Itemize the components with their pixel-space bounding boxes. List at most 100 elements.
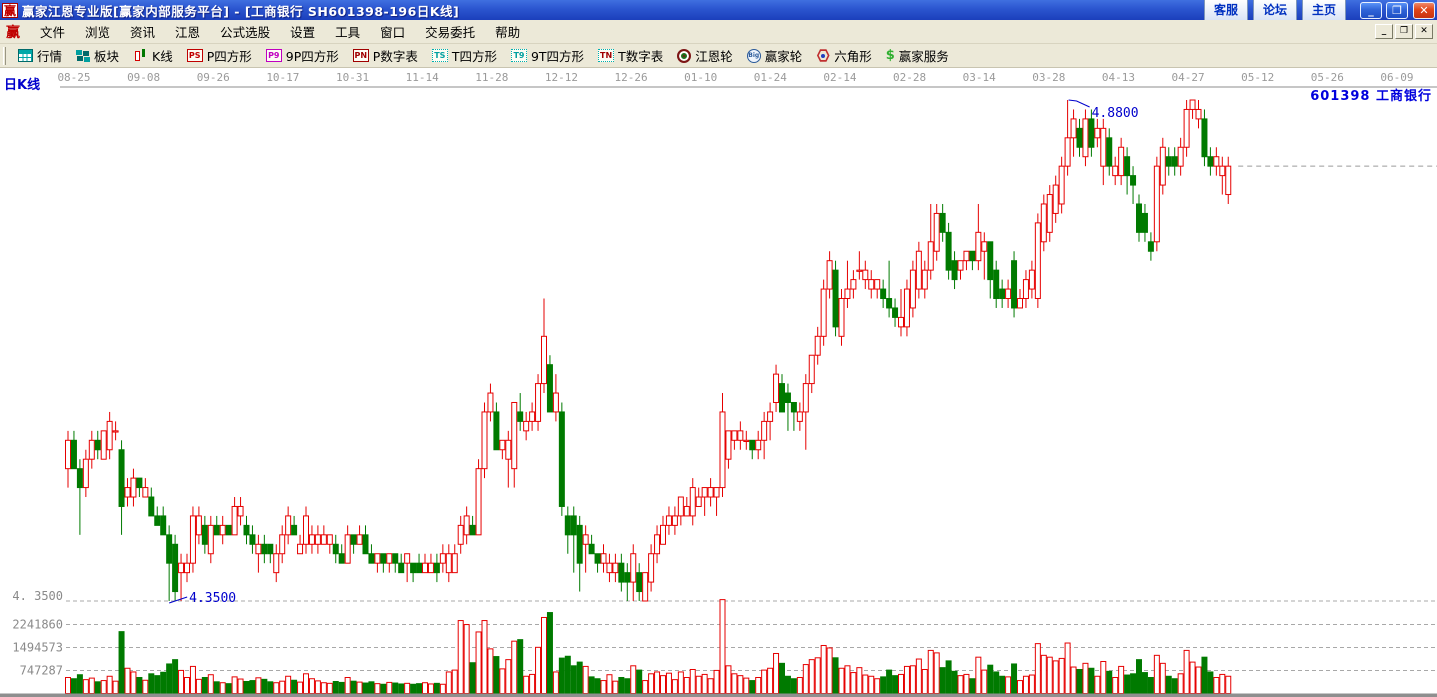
svg-text:2241860: 2241860 xyxy=(12,618,63,632)
toolbar-label: 六角形 xyxy=(834,49,872,64)
svg-text:10-17: 10-17 xyxy=(266,71,299,84)
svg-text:1494573: 1494573 xyxy=(12,641,63,655)
hexagon-icon xyxy=(816,49,830,62)
close-document-button[interactable]: ✕ xyxy=(1415,24,1433,39)
menu-item-窗口[interactable]: 窗口 xyxy=(370,19,415,44)
toolbar-button-winner-wheel[interactable]: Big 赢家轮 xyxy=(740,44,810,67)
svg-text:05-26: 05-26 xyxy=(1311,71,1344,84)
toolbar: 行情 板块 K线 PS P四方形 P9 9P四方形 PN P数字表 TS T四方形 T9 9T四方形 TN… xyxy=(0,44,1437,68)
dollar-icon: $ xyxy=(885,48,895,63)
volume-bars xyxy=(65,599,1232,695)
menu-item-帮助[interactable]: 帮助 xyxy=(485,19,530,44)
titlebar-links: 客服 论坛 主页 xyxy=(1203,0,1346,21)
svg-text:11-28: 11-28 xyxy=(475,71,508,84)
svg-text:03-14: 03-14 xyxy=(963,71,996,84)
titlebar-actions: 客服 论坛 主页 _ ❐ ✕ xyxy=(1203,0,1435,21)
chart-area: 日K线 601398 工商银行 08-25 09-08 09-26 10-17 10-3… xyxy=(0,68,1437,697)
toolbar-label: 赢家服务 xyxy=(898,49,949,64)
menu-items: 文件 浏览 资讯 江恩 公式选股 设置 工具 窗口 交易委托 帮助 xyxy=(30,19,530,44)
titlebar-link-客服[interactable]: 客服 xyxy=(1203,0,1248,21)
svg-text:01-24: 01-24 xyxy=(754,71,787,84)
toolbar-label: T数字表 xyxy=(618,49,664,64)
blocks-icon xyxy=(76,49,90,62)
svg-text:09-26: 09-26 xyxy=(197,71,230,84)
menu-item-浏览[interactable]: 浏览 xyxy=(75,19,120,44)
titlebar-link-论坛[interactable]: 论坛 xyxy=(1252,0,1297,21)
box-letter-icon: TS xyxy=(431,49,448,62)
toolbar-label: 9P四方形 xyxy=(285,49,339,64)
toolbar-button-sectors[interactable]: 板块 xyxy=(69,44,126,67)
restore-button[interactable]: ❐ xyxy=(1386,1,1408,19)
period-label: 日K线 xyxy=(4,78,41,93)
date-axis: 08-25 09-08 09-26 10-17 10-31 11-14 11-28 12-12… xyxy=(57,71,1437,88)
menu-item-资讯[interactable]: 资讯 xyxy=(120,19,165,44)
toolbar-button-gann-wheel[interactable]: 江恩轮 xyxy=(670,44,740,67)
kline-icon xyxy=(133,48,148,63)
titlebar-link-主页[interactable]: 主页 xyxy=(1301,0,1346,21)
svg-text:02-28: 02-28 xyxy=(893,71,926,84)
titlebar: 赢 赢家江恩专业版[赢家内部服务平台] - [工商银行 SH601398-196… xyxy=(0,0,1437,21)
svg-text:03-28: 03-28 xyxy=(1032,71,1065,84)
restore-document-button[interactable]: ❐ xyxy=(1395,24,1413,39)
svg-text:05-12: 05-12 xyxy=(1241,71,1274,84)
toolbar-button-p-table[interactable]: PN P数字表 xyxy=(346,44,425,67)
toolbar-button-t-table[interactable]: TN T数字表 xyxy=(591,44,670,67)
svg-text:10-31: 10-31 xyxy=(336,71,369,84)
svg-text:02-14: 02-14 xyxy=(823,71,856,84)
menu-item-公式选股[interactable]: 公式选股 xyxy=(210,19,280,44)
svg-text:04-27: 04-27 xyxy=(1172,71,1205,84)
box-letter-icon: TN xyxy=(598,49,615,62)
svg-text:4.3500: 4.3500 xyxy=(189,591,236,606)
menu-item-工具[interactable]: 工具 xyxy=(325,19,370,44)
box-letter-icon: PN xyxy=(352,49,369,62)
box-letter-icon: PS xyxy=(186,49,203,62)
close-button[interactable]: ✕ xyxy=(1413,1,1435,19)
minimize-button[interactable]: _ xyxy=(1360,1,1382,19)
toolbar-button-9t-square[interactable]: T9 9T四方形 xyxy=(504,44,591,67)
toolbar-label: T四方形 xyxy=(451,49,497,64)
menu-item-文件[interactable]: 文件 xyxy=(30,19,75,44)
menu-item-江恩[interactable]: 江恩 xyxy=(165,19,210,44)
toolbar-label: 江恩轮 xyxy=(695,49,733,64)
toolbar-label: 行情 xyxy=(37,49,63,64)
menubar: 赢 文件 浏览 资讯 江恩 公式选股 设置 工具 窗口 交易委托 帮助 _ ❐ ✕ xyxy=(0,20,1437,44)
svg-text:12-12: 12-12 xyxy=(545,71,578,84)
svg-text:4.8800: 4.8800 xyxy=(1092,106,1139,121)
big-wheel-icon: Big xyxy=(746,48,761,63)
toolbar-button-p-square[interactable]: PS P四方形 xyxy=(180,44,259,67)
svg-text:08-25: 08-25 xyxy=(57,71,90,84)
minimize-document-button[interactable]: _ xyxy=(1375,24,1393,39)
svg-text:01-10: 01-10 xyxy=(684,71,717,84)
candles xyxy=(65,99,1232,602)
toolbar-button-winner-service[interactable]: $ 赢家服务 xyxy=(879,44,956,67)
toolbar-button-hexagon[interactable]: 六角形 xyxy=(809,44,879,67)
svg-text:06-09: 06-09 xyxy=(1380,71,1413,84)
toolbar-button-kline[interactable]: K线 xyxy=(126,44,180,67)
toolbar-label: 赢家轮 xyxy=(764,49,803,64)
window-title: 赢家江恩专业版[赢家内部服务平台] - [工商银行 SH601398-196日K… xyxy=(22,3,460,19)
wheel-icon xyxy=(677,48,692,63)
toolbar-handle[interactable] xyxy=(3,46,6,65)
toolbar-button-t-square[interactable]: TS T四方形 xyxy=(425,44,504,67)
svg-text:747287: 747287 xyxy=(20,664,63,678)
toolbar-button-9p-square[interactable]: P9 9P四方形 xyxy=(259,44,346,67)
svg-text:12-26: 12-26 xyxy=(614,71,647,84)
kline-chart[interactable]: 08-25 09-08 09-26 10-17 10-31 11-14 11-28 12-12… xyxy=(0,68,1437,697)
menu-item-交易委托[interactable]: 交易委托 xyxy=(415,19,485,44)
annotations: 4.8800 4.3500 xyxy=(168,99,1139,606)
app-icon-menu: 赢 xyxy=(6,24,20,41)
app-icon: 赢 xyxy=(2,2,18,18)
toolbar-label: P四方形 xyxy=(206,49,252,64)
toolbar-button-quotes[interactable]: 行情 xyxy=(11,44,69,67)
toolbar-items: 行情 板块 K线 PS P四方形 P9 9P四方形 PN P数字表 TS T四方形 T9 9T四方形 TN… xyxy=(11,44,956,67)
svg-text:11-14: 11-14 xyxy=(406,71,439,84)
svg-text:04-13: 04-13 xyxy=(1102,71,1135,84)
svg-text:09-08: 09-08 xyxy=(127,71,160,84)
window-bottom-edge xyxy=(0,693,1437,697)
svg-text:4. 3500: 4. 3500 xyxy=(12,589,63,603)
menubar-window-controls: _ ❐ ✕ xyxy=(1375,24,1437,39)
menu-item-设置[interactable]: 设置 xyxy=(280,19,325,44)
toolbar-label: K线 xyxy=(152,49,173,64)
box-letter-icon: P9 xyxy=(265,49,282,62)
toolbar-label: 板块 xyxy=(94,49,120,64)
